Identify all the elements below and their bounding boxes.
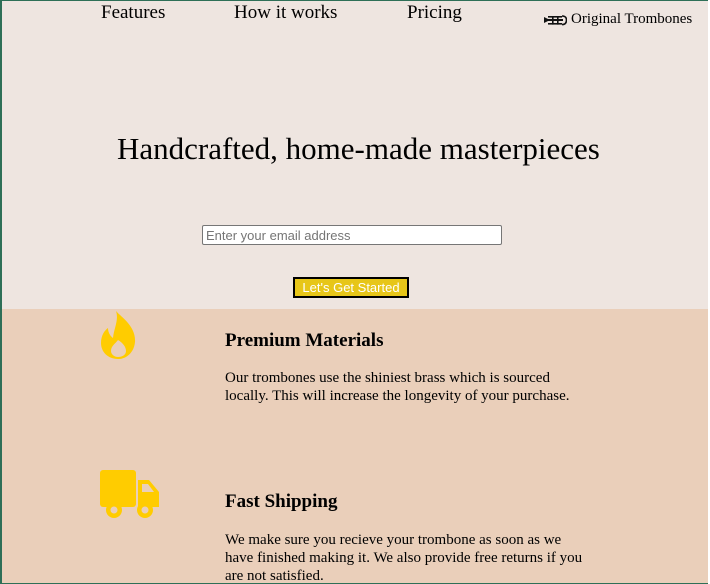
- get-started-button[interactable]: Let's Get Started: [293, 277, 409, 298]
- nav-link-how-it-works[interactable]: How it works: [234, 3, 337, 23]
- fire-icon: [101, 311, 136, 359]
- feature-title: Premium Materials: [225, 330, 384, 351]
- nav-link-pricing[interactable]: Pricing: [407, 3, 462, 23]
- hero-title: Handcrafted, home-made masterpieces: [117, 131, 600, 166]
- features-section: Premium Materials Our trombones use the …: [2, 309, 708, 584]
- hero-section: Features How it works Pricing Original T…: [2, 1, 708, 309]
- feature-title: Fast Shipping: [225, 491, 338, 512]
- nav-link-features[interactable]: Features: [101, 3, 165, 23]
- brand-label: Original Trombones: [571, 11, 693, 27]
- brand-logo[interactable]: Original Trombones: [543, 11, 692, 28]
- feature-description: We make sure you recieve your trombone a…: [225, 532, 583, 584]
- page: Features How it works Pricing Original T…: [0, 0, 708, 584]
- feature-description: Our trombones use the shiniest brass whi…: [225, 370, 570, 404]
- truck-icon: [100, 470, 159, 518]
- email-input[interactable]: [202, 225, 502, 245]
- trombone-icon: [544, 14, 567, 25]
